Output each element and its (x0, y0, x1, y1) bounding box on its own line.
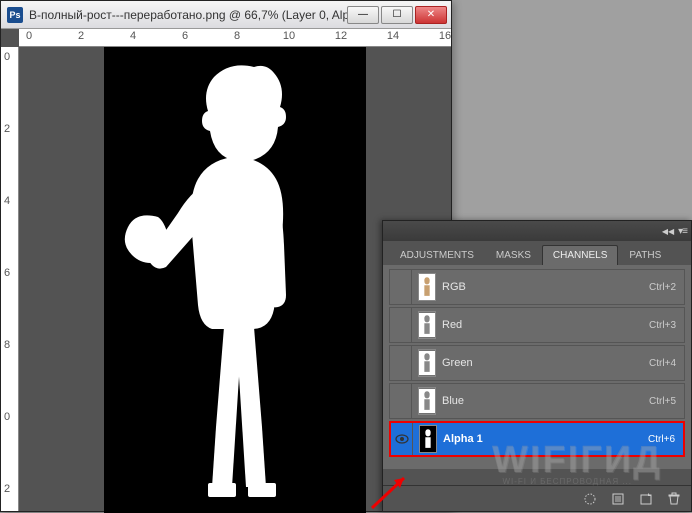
save-selection-icon[interactable] (609, 490, 627, 508)
tab-adjustments[interactable]: ADJUSTMENTS (389, 245, 485, 265)
channel-shortcut: Ctrl+2 (649, 282, 676, 293)
ruler-horizontal[interactable]: 0 2 4 6 8 10 12 14 16 (19, 29, 451, 47)
channel-thumb (418, 349, 436, 377)
visibility-toggle[interactable] (390, 270, 412, 304)
channel-name: Red (442, 319, 649, 331)
maximize-button[interactable]: ☐ (381, 6, 413, 24)
channel-row-rgb[interactable]: RGB Ctrl+2 (389, 269, 685, 305)
canvas[interactable] (104, 47, 366, 513)
close-button[interactable]: ✕ (415, 6, 447, 24)
ruler-tick: 4 (130, 30, 136, 42)
eye-icon (395, 434, 409, 444)
ruler-tick: 2 (4, 483, 10, 495)
visibility-toggle[interactable] (390, 308, 412, 342)
channel-row-blue[interactable]: Blue Ctrl+5 (389, 383, 685, 419)
delete-channel-icon[interactable] (665, 490, 683, 508)
panel-menu-icon[interactable]: ▾≡ (678, 226, 687, 237)
ruler-tick: 0 (4, 411, 10, 423)
tab-masks[interactable]: MASKS (485, 245, 542, 265)
ruler-tick: 8 (234, 30, 240, 42)
ruler-tick: 16 (439, 30, 451, 42)
channel-thumb (418, 273, 436, 301)
channel-name: RGB (442, 281, 649, 293)
panel-footer (383, 485, 691, 511)
visibility-toggle[interactable] (390, 384, 412, 418)
channel-list: RGB Ctrl+2 Red Ctrl+3 Green Ctrl+4 Blue … (383, 265, 691, 469)
window-title: В-полный-рост---переработано.png @ 66,7%… (29, 8, 347, 22)
ruler-tick: 14 (387, 30, 399, 42)
collapse-icon[interactable]: ◀◀ (662, 227, 674, 236)
tab-paths[interactable]: PATHS (618, 245, 672, 265)
channel-shortcut: Ctrl+3 (649, 320, 676, 331)
ruler-tick: 4 (4, 195, 10, 207)
channel-row-green[interactable]: Green Ctrl+4 (389, 345, 685, 381)
ruler-tick: 2 (4, 123, 10, 135)
app-icon: Ps (7, 7, 23, 23)
tab-channels[interactable]: CHANNELS (542, 245, 618, 265)
minimize-button[interactable]: — (347, 6, 379, 24)
panel-tabs: ADJUSTMENTS MASKS CHANNELS PATHS (383, 241, 691, 265)
ruler-tick: 6 (182, 30, 188, 42)
ruler-vertical[interactable]: 0 2 4 6 8 0 2 (1, 47, 19, 511)
channel-name: Alpha 1 (443, 433, 648, 445)
ruler-tick: 0 (4, 51, 10, 63)
ruler-tick: 10 (283, 30, 295, 42)
visibility-toggle[interactable] (390, 346, 412, 380)
channel-row-alpha1[interactable]: Alpha 1 Ctrl+6 (389, 421, 685, 457)
channel-row-red[interactable]: Red Ctrl+3 (389, 307, 685, 343)
channels-panel: ◀◀ ▾≡ ADJUSTMENTS MASKS CHANNELS PATHS R… (382, 220, 692, 512)
ruler-tick: 2 (78, 30, 84, 42)
channel-shortcut: Ctrl+5 (649, 396, 676, 407)
ruler-tick: 8 (4, 339, 10, 351)
channel-thumb (419, 425, 437, 453)
new-channel-icon[interactable] (637, 490, 655, 508)
channel-shortcut: Ctrl+6 (648, 434, 675, 445)
ruler-tick: 0 (26, 30, 32, 42)
channel-thumb (418, 387, 436, 415)
channel-thumb (418, 311, 436, 339)
titlebar[interactable]: Ps В-полный-рост---переработано.png @ 66… (1, 1, 451, 29)
channel-name: Blue (442, 395, 649, 407)
panel-header[interactable]: ◀◀ ▾≡ (383, 221, 691, 241)
channel-name: Green (442, 357, 649, 369)
visibility-toggle[interactable] (391, 423, 413, 455)
ruler-tick: 6 (4, 267, 10, 279)
channel-shortcut: Ctrl+4 (649, 358, 676, 369)
artwork-silhouette (104, 47, 366, 513)
ruler-tick: 12 (335, 30, 347, 42)
load-selection-icon[interactable] (581, 490, 599, 508)
watermark-sub: WI-FI И БЕСПРОВОДНАЯ ... (502, 477, 632, 486)
